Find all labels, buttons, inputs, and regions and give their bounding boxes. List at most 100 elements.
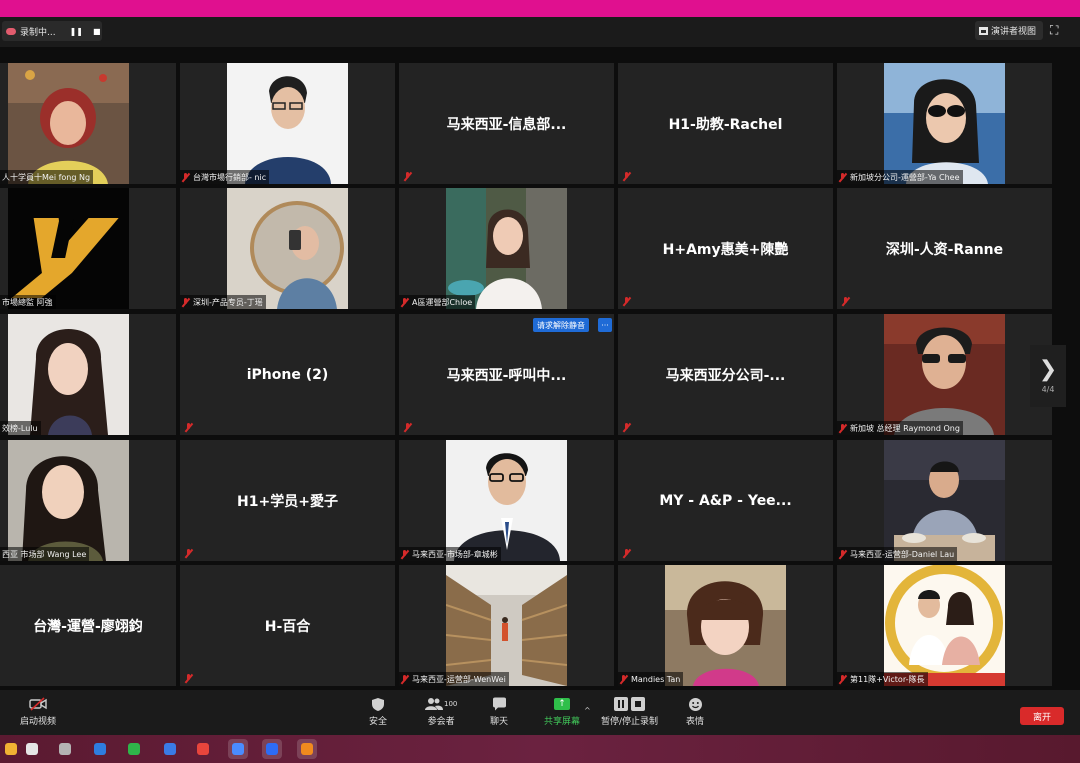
shield-icon [371,694,385,714]
participant-tile[interactable]: iPhone (2) [180,314,395,435]
muted-mic-icon [404,172,411,181]
participant-tile[interactable]: 市場總監 阿強 [0,188,176,309]
participant-tile[interactable]: 第11隊+Victor-隊長 [837,565,1052,686]
muted-mic-icon [182,297,189,307]
share-options-caret-icon[interactable]: ^ [584,706,591,715]
media-icon-glyph [301,743,313,755]
participant-tile[interactable]: 人十学員十Mei fong Ng [0,63,176,184]
browser-icon[interactable] [55,739,75,759]
participant-tile[interactable]: 马来西亚-呼叫中... [399,314,614,435]
muted-mic-icon [185,674,192,683]
participant-tile[interactable]: 马来西亚分公司-... [618,314,833,435]
participant-tile[interactable]: 西亚 市场部 Wang Lee [0,440,176,561]
participant-name: H+Amy惠美+陳艷 [662,241,789,258]
participant-video [446,188,567,309]
security-button[interactable]: 安全 [369,694,387,727]
files-icon[interactable] [22,739,42,759]
participant-video [8,314,129,435]
participant-name: 马来西亚-信息部... [446,116,567,133]
participant-video [8,63,129,184]
leave-button[interactable]: 离开 [1020,707,1064,725]
participant-name-label: 马来西亚-市场部-章城彬 [399,547,501,561]
muted-mic-icon [401,674,408,684]
participant-name: 台灣市場行銷部- nic [193,172,267,182]
speaker-view-button[interactable]: 演讲者视图 [975,21,1043,40]
participant-name: 新加坡 总经理 Raymond Ong [850,423,960,433]
share-screen-label: 共享屏幕 [544,717,581,727]
participant-name: 效榜-Lulu [2,423,38,433]
participant-name: H-百合 [264,618,311,635]
participant-tile[interactable]: 台灣-運營-廖翊鈞 [0,565,176,686]
participant-name: MY - A&P - Yee... [659,492,792,509]
participant-video [884,565,1005,686]
participant-tile[interactable]: H1+学员+愛子 [180,440,395,561]
chart-app-icon[interactable] [228,739,248,759]
pause-recording-icon[interactable]: ❚❚ [70,27,83,36]
muted-mic-icon [623,423,630,432]
participant-name: 市場總監 阿強 [2,297,53,307]
pinwheel-icon-glyph [94,743,106,755]
windows-taskbar [0,735,1080,763]
pause-recording-button[interactable]: 暂停/停止录制 [601,694,658,727]
muted-mic-icon [185,549,192,558]
chart-app-icon-glyph [232,743,244,755]
participant-name: Mandies Tan [631,674,681,684]
participant-tile[interactable]: Mandies Tan [618,565,833,686]
pinwheel-icon[interactable] [90,739,110,759]
chrome-icon[interactable] [193,739,213,759]
files-icon-glyph [26,743,38,755]
participant-name-label: 马来西亚-运营部-WenWei [399,672,509,686]
stop-recording-icon[interactable]: ■ [93,27,101,36]
recording-indicator: 录制中... ❚❚ ■ [2,21,102,41]
fullscreen-icon[interactable]: ⛶ [1050,24,1063,37]
start-video-button[interactable]: 启动视频 [20,694,56,727]
participant-video [446,565,567,686]
participant-tile[interactable]: 马来西亚-运营部-Daniel Lau [837,440,1052,561]
meeting-top-bar [0,17,1080,47]
participant-name: 马来西亚分公司-... [665,367,786,384]
more-options-button[interactable]: ··· [598,318,612,332]
zoom-icon[interactable] [262,739,282,759]
muted-mic-icon [839,423,846,433]
participant-tile[interactable]: 马来西亚-运营部-WenWei [399,565,614,686]
participant-video [884,314,1005,435]
participant-tile[interactable]: 新加坡分公司-運營部-Ya Chee [837,63,1052,184]
participant-name-label: 效榜-Lulu [0,421,41,435]
participant-name: A區運營部Chloe [412,297,473,307]
request-unmute-button[interactable]: 请求解除静音 [533,318,589,332]
zoom-icon-glyph [266,743,278,755]
participant-tile[interactable]: 效榜-Lulu [0,314,176,435]
participant-tile[interactable]: H+Amy惠美+陳艷 [618,188,833,309]
participant-tile[interactable]: 马来西亚-市场部-章城彬 [399,440,614,561]
participants-button[interactable]: 100 参会者 [425,694,457,727]
participant-tile[interactable]: 台灣市場行銷部- nic [180,63,395,184]
media-icon[interactable] [297,739,317,759]
muted-mic-icon [404,423,411,432]
participant-name: 深圳-产品专员-丁瑶 [193,297,263,307]
share-screen-button[interactable]: ↑ 共享屏幕 [544,694,580,727]
participant-tile[interactable]: MY - A&P - Yee... [618,440,833,561]
participant-name: 新加坡分公司-運營部-Ya Chee [850,172,960,182]
next-page-button[interactable]: ❯ 4/4 [1030,345,1066,407]
participant-tile[interactable]: H-百合 [180,565,395,686]
browser-icon-glyph [59,743,71,755]
participant-tile[interactable]: 马来西亚-信息部... [399,63,614,184]
participant-tile[interactable]: H1-助教-Rachel [618,63,833,184]
participants-icon: 100 [425,694,457,714]
wps-icon[interactable] [160,739,180,759]
participant-tile[interactable]: 深圳-人资-Ranne [837,188,1052,309]
participant-tile[interactable]: 深圳-产品专员-丁瑶 [180,188,395,309]
participant-name: 马来西亚-运营部-Daniel Lau [850,549,955,559]
start-icon[interactable] [1,739,21,759]
muted-mic-icon [839,172,846,182]
chat-button[interactable]: 聊天 [490,694,508,727]
participant-video [884,440,1005,561]
participant-video [8,188,129,309]
meeting-toolbar: 启动视频 安全 100 参会者 聊天 ↑ 共享屏幕 暂停/停止录制 表情 [0,690,1080,735]
participant-name: 台灣-運營-廖翊鈞 [33,618,143,635]
reactions-label: 表情 [686,717,705,727]
participant-tile[interactable]: 新加坡 总经理 Raymond Ong [837,314,1052,435]
wechat-icon[interactable] [124,739,144,759]
reactions-button[interactable]: 表情 [686,694,704,727]
participant-tile[interactable]: A區運營部Chloe [399,188,614,309]
